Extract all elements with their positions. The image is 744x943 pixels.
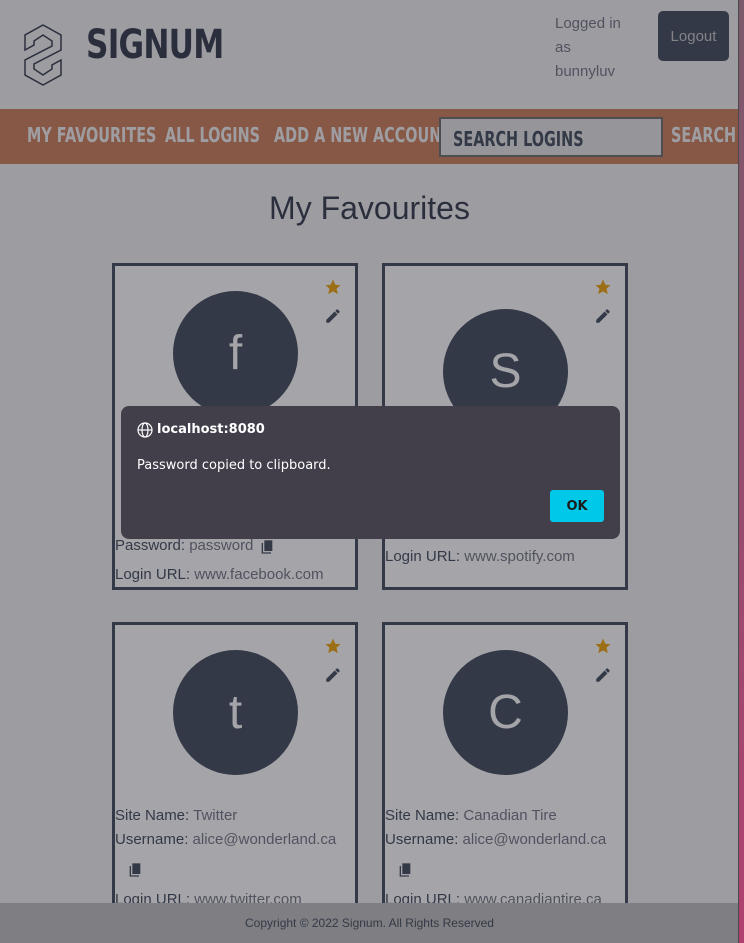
globe-icon xyxy=(137,422,153,438)
dialog-message: Password copied to clipboard. xyxy=(137,458,331,473)
ok-button[interactable]: OK xyxy=(550,490,604,522)
alert-dialog: localhost:8080 Password copied to clipbo… xyxy=(121,406,620,539)
dialog-origin: localhost:8080 xyxy=(157,422,265,437)
desktop-edge xyxy=(739,0,744,943)
